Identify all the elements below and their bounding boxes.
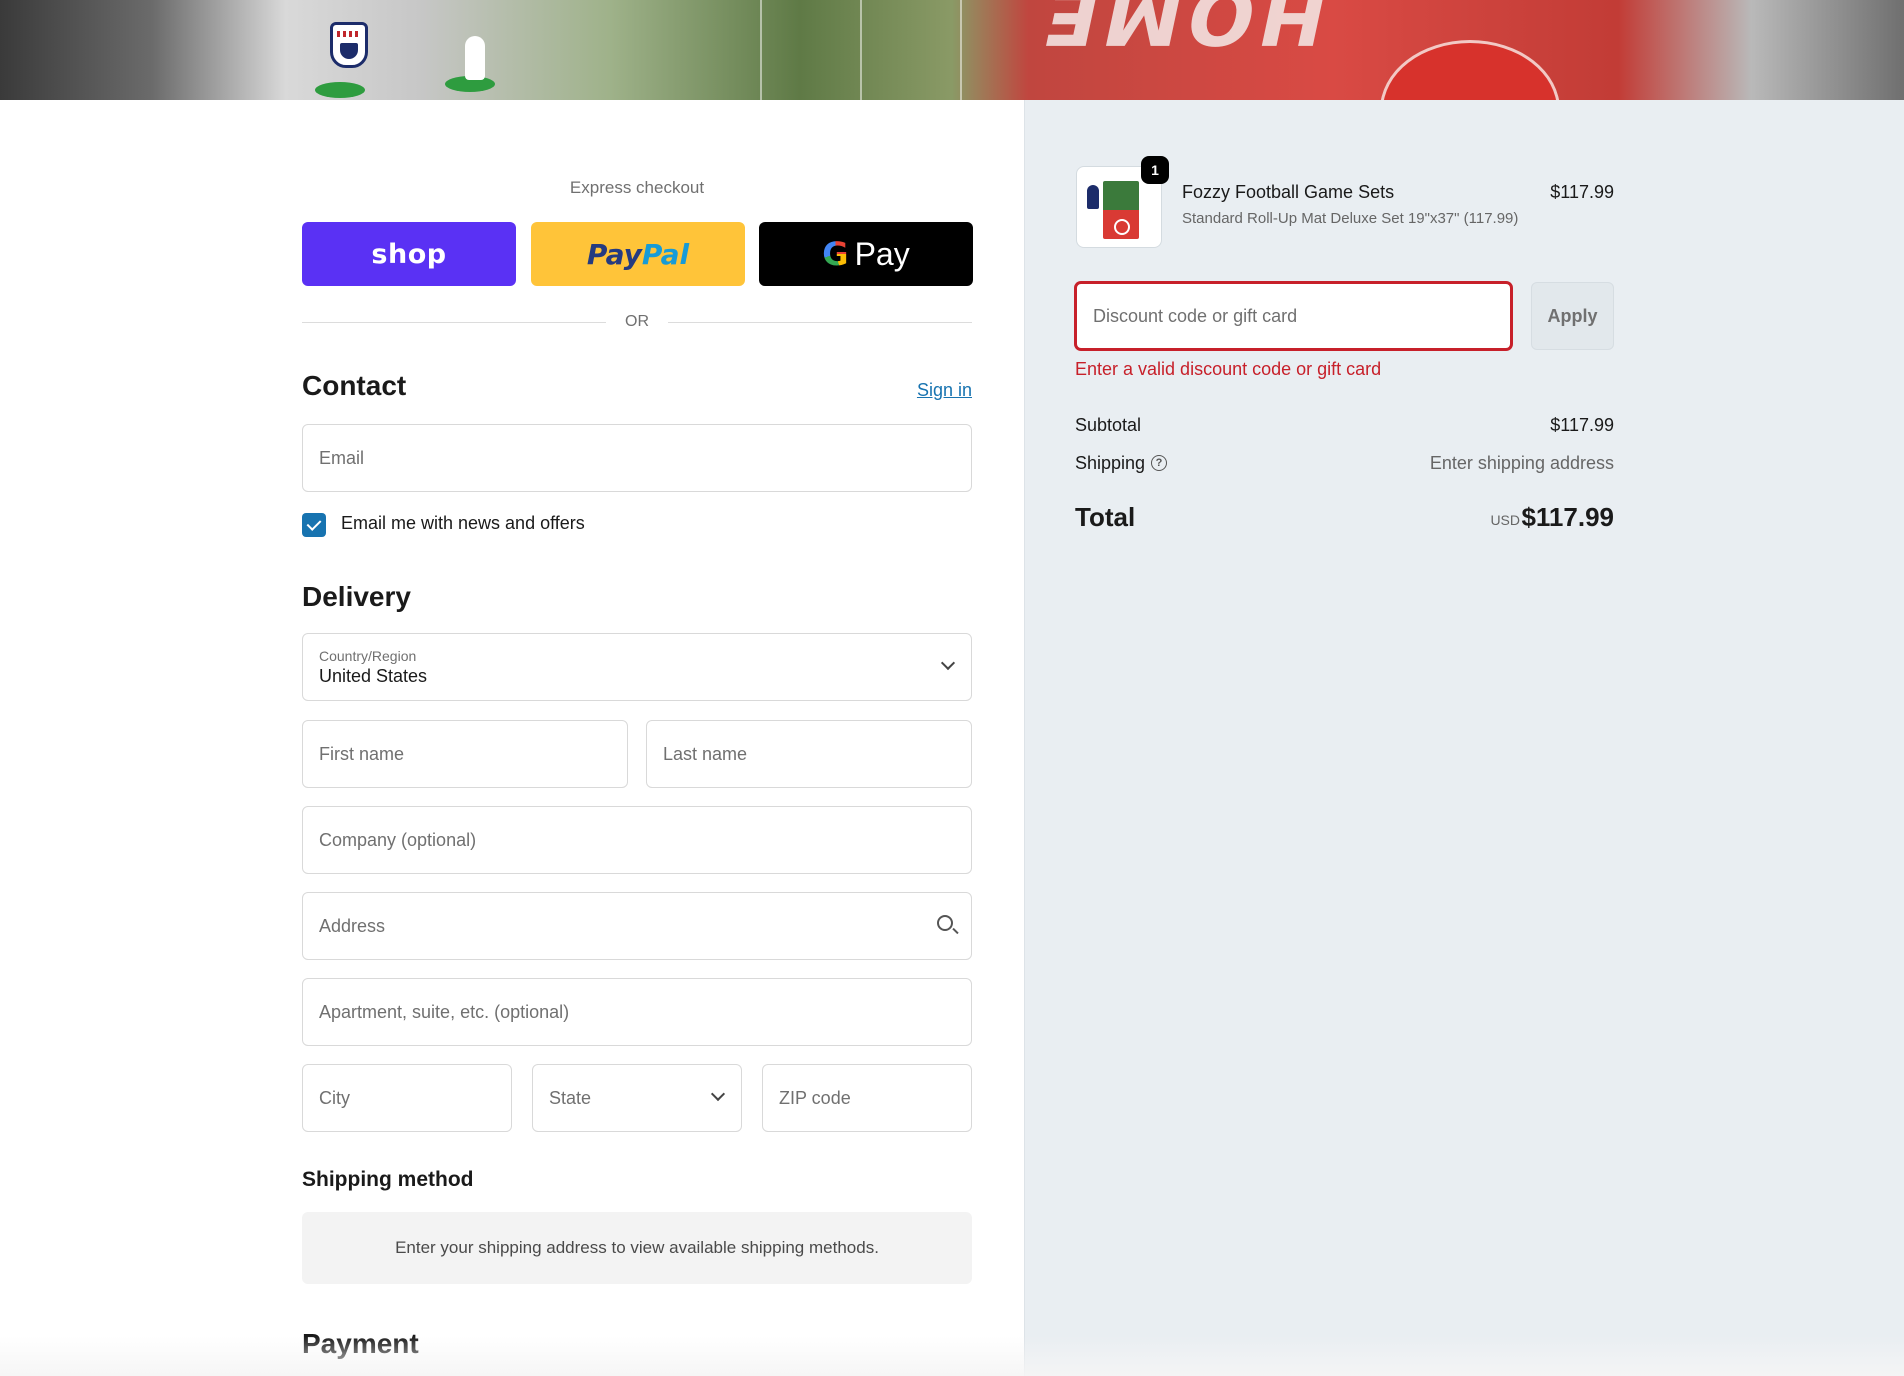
last-name-field[interactable]: Last name (646, 720, 972, 788)
company-field[interactable]: Company (optional) (302, 806, 972, 874)
delivery-heading: Delivery (302, 581, 411, 612)
country-value: United States (319, 665, 428, 686)
company-placeholder: Company (optional) (319, 829, 477, 850)
paypal-button[interactable]: Pay Pal (531, 222, 745, 286)
newsletter-label: Email me with news and offers (341, 513, 585, 533)
email-field[interactable]: Email (302, 424, 972, 492)
shop-pay-button[interactable]: shop (302, 222, 516, 286)
help-icon[interactable]: ? (1151, 455, 1167, 471)
discount-placeholder: Discount code or gift card (1093, 305, 1298, 326)
chevron-down-icon (940, 655, 956, 671)
apartment-field[interactable]: Apartment, suite, etc. (optional) (302, 978, 972, 1046)
city-placeholder: City (319, 1087, 350, 1108)
product-name: Fozzy Football Game Sets (1182, 182, 1395, 202)
banner-field-art: HOME (1030, 0, 1337, 60)
country-select[interactable]: Country/Region United States (302, 633, 972, 701)
apply-discount-button[interactable]: Apply (1531, 282, 1614, 350)
product-variant: Standard Roll-Up Mat Deluxe Set 19"x37" … (1182, 210, 1519, 227)
product-price: $117.99 (1550, 182, 1614, 202)
zip-field[interactable]: ZIP code (762, 1064, 972, 1132)
zip-placeholder: ZIP code (779, 1087, 851, 1108)
shipping-value: Enter shipping address (1429, 453, 1614, 473)
state-select[interactable]: State (532, 1064, 742, 1132)
subtotal-value: $117.99 (1550, 415, 1614, 435)
total-value: $117.99 (1521, 502, 1614, 532)
store-logo[interactable] (330, 22, 368, 68)
first-name-placeholder: First name (319, 743, 405, 764)
contact-heading: Contact (302, 370, 407, 401)
address-placeholder: Address (319, 915, 386, 936)
city-field[interactable]: City (302, 1064, 512, 1132)
paypal-label-pal: Pal (641, 237, 690, 271)
first-name-field[interactable]: First name (302, 720, 628, 788)
paypal-label-pay: Pay (586, 237, 642, 271)
state-placeholder: State (549, 1087, 592, 1108)
shop-pay-label: shop (371, 238, 447, 270)
shipping-label: Shipping (1075, 453, 1146, 473)
header-banner: HOME (0, 0, 1904, 100)
total-label: Total (1075, 502, 1136, 532)
last-name-placeholder: Last name (663, 743, 748, 764)
discount-code-field[interactable]: Discount code or gift card (1075, 282, 1512, 350)
address-field[interactable]: Address (302, 892, 972, 960)
sign-in-link[interactable]: Sign in (900, 380, 972, 401)
payment-heading: Payment (302, 1328, 419, 1359)
or-divider: OR (302, 312, 972, 332)
subtotal-label: Subtotal (1075, 415, 1142, 435)
google-g-icon: G (822, 235, 849, 273)
country-label: Country/Region (319, 647, 417, 664)
shipping-method-heading: Shipping method (302, 1168, 474, 1191)
newsletter-checkbox[interactable] (302, 513, 326, 537)
chevron-down-icon (710, 1086, 726, 1102)
search-icon (937, 915, 953, 931)
banner-field-circle (1380, 40, 1560, 100)
total-currency: USD (1490, 512, 1520, 528)
shipping-method-note: Enter your shipping address to view avai… (302, 1212, 972, 1284)
express-checkout-title: Express checkout (569, 178, 705, 197)
apartment-placeholder: Apartment, suite, etc. (optional) (319, 1001, 570, 1022)
quantity-badge: 1 (1141, 156, 1169, 184)
email-placeholder: Email (319, 447, 365, 468)
discount-error-message: Enter a valid discount code or gift card (1075, 359, 1382, 379)
google-pay-button[interactable]: G Pay (759, 222, 973, 286)
google-pay-label: Pay (854, 235, 910, 272)
